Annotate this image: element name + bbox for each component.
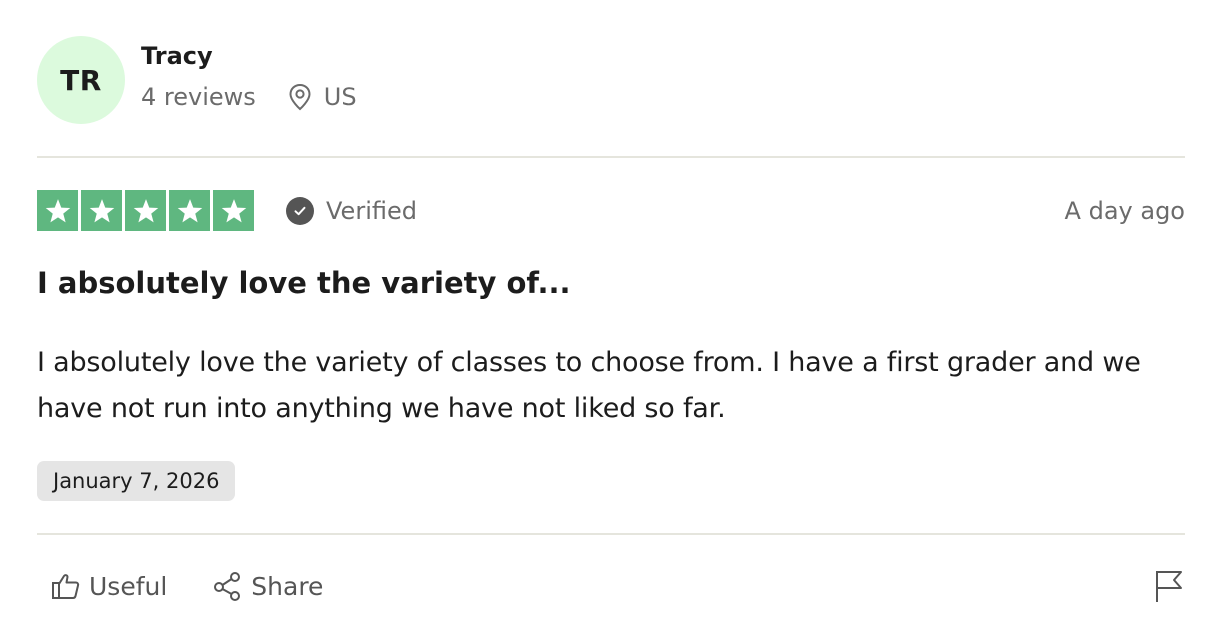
check-circle-icon (286, 196, 314, 225)
reviewer-info: Tracy 4 reviews US (141, 40, 357, 112)
rating-row: Verified A day ago (37, 190, 1185, 231)
reviewer-name[interactable]: Tracy (141, 40, 357, 72)
reviews-count: 4 reviews (141, 83, 256, 111)
date-of-experience: January 7, 2026 (37, 461, 236, 501)
verified-label: Verified (326, 196, 417, 225)
star-rating (37, 190, 254, 231)
thumbs-up-icon (52, 574, 80, 599)
share-icon (214, 572, 241, 601)
report-button[interactable] (1153, 568, 1185, 604)
reviewer-meta: 4 reviews US (141, 82, 357, 112)
reviewer-location: US (288, 82, 357, 112)
share-label: Share (251, 571, 324, 601)
star-icon (125, 190, 166, 231)
review-actions: Useful Share (51, 566, 323, 606)
footer-divider (37, 533, 1185, 535)
star-icon (169, 190, 210, 231)
star-icon (81, 190, 122, 231)
location-label: US (323, 83, 357, 111)
share-button[interactable]: Share (213, 571, 323, 601)
verified-badge[interactable]: Verified (286, 196, 417, 225)
review-time-ago: A day ago (1064, 196, 1185, 225)
location-pin-icon (289, 83, 311, 111)
star-icon (213, 190, 254, 231)
flag-icon (1156, 571, 1182, 602)
useful-button[interactable]: Useful (51, 571, 167, 601)
avatar[interactable]: TR (37, 36, 125, 124)
review-card: TR Tracy 4 reviews US Verified A day ago… (37, 0, 1185, 636)
header-divider (37, 156, 1185, 158)
star-icon (37, 190, 78, 231)
useful-label: Useful (89, 571, 168, 601)
reviewer-header: TR Tracy 4 reviews US (37, 36, 357, 124)
review-body: I absolutely love the variety of classes… (37, 347, 1141, 424)
review-title[interactable]: I absolutely love the variety of... (37, 266, 571, 300)
